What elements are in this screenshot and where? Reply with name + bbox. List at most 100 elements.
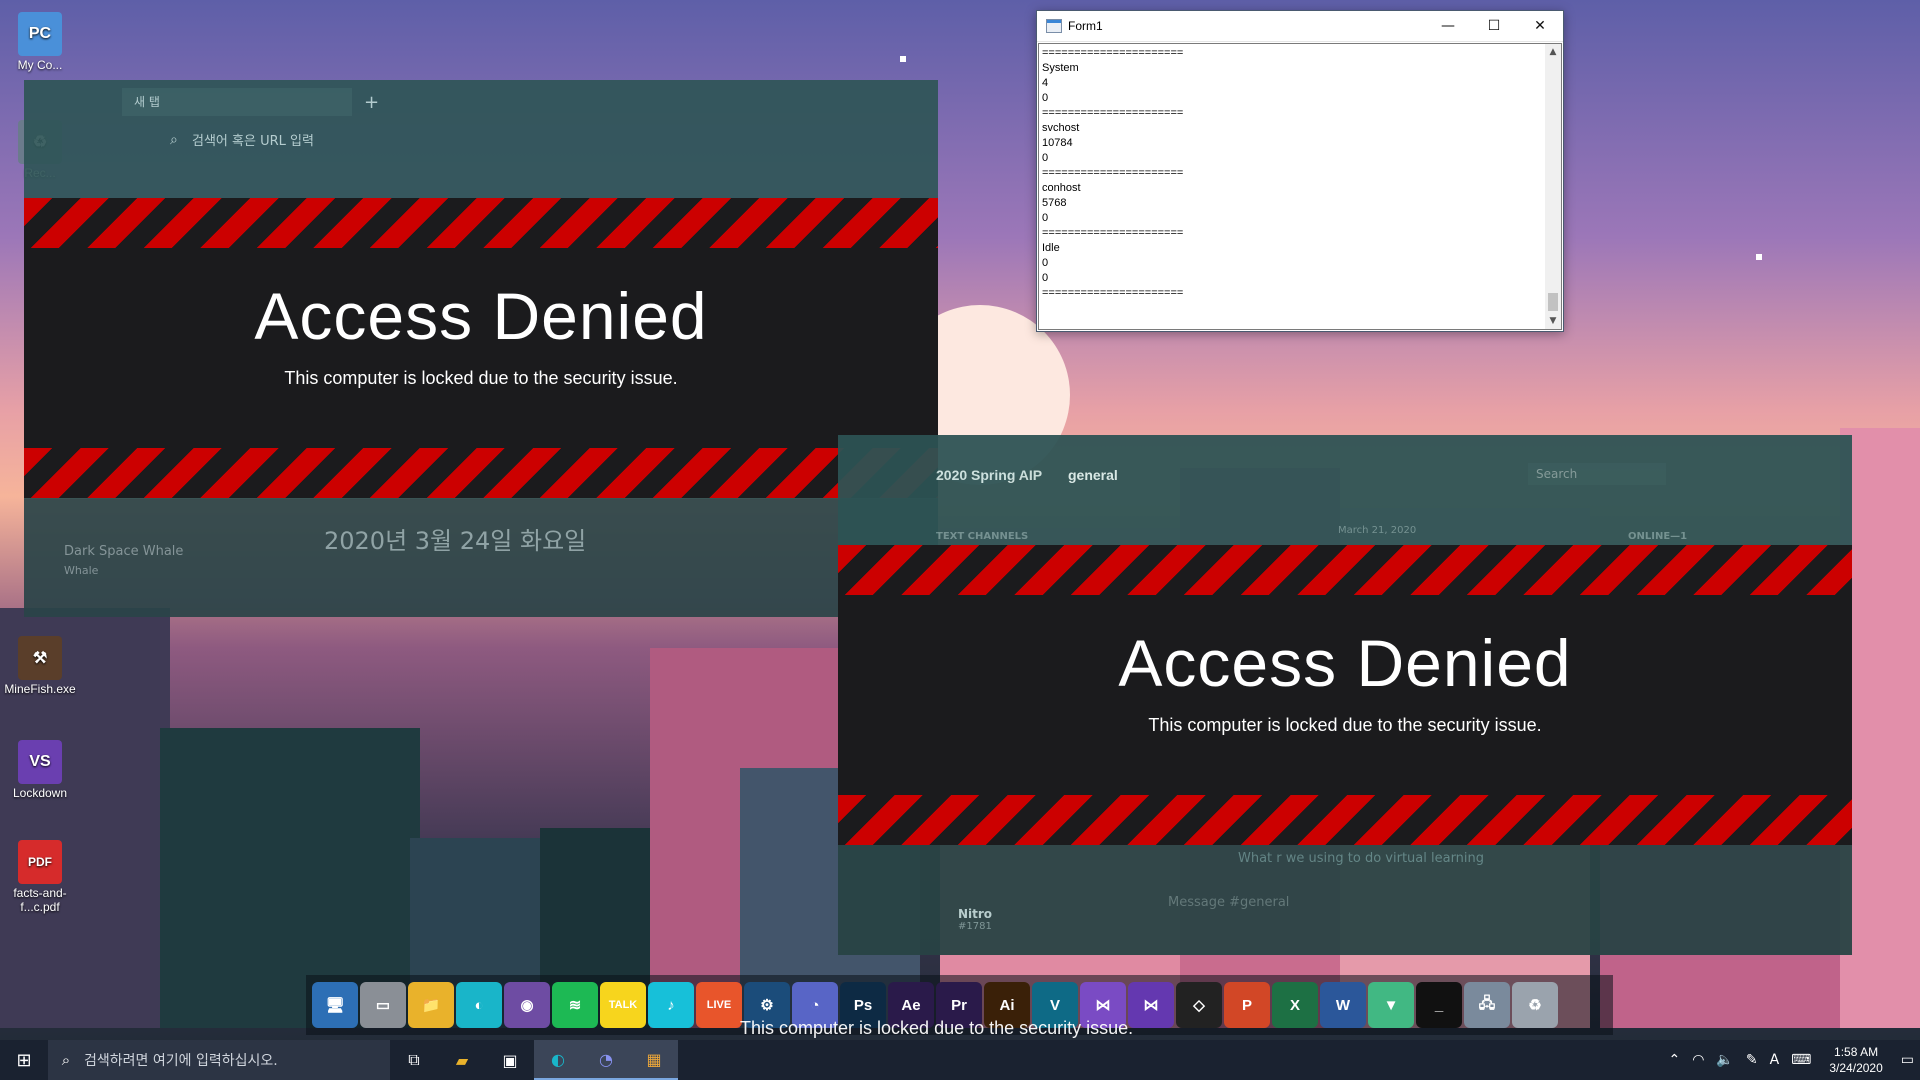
desktop-icon-pdf[interactable]: PDF facts-and-f...c.pdf: [0, 840, 80, 914]
visual-studio-2-icon[interactable]: ⋈: [1128, 982, 1174, 1028]
computer-icon[interactable]: 🖥: [312, 982, 358, 1028]
github-icon[interactable]: ◉: [504, 982, 550, 1028]
desktop-icon-label: MineFish.exe: [4, 682, 76, 696]
star: [900, 56, 906, 62]
taskbar-search-box[interactable]: ⌕ 검색하려면 여기에 입력하십시오.: [48, 1040, 390, 1080]
search-icon: ⌕: [61, 1051, 71, 1069]
network-icon[interactable]: 🖧: [1464, 982, 1510, 1028]
process-line: ======================: [1042, 107, 1184, 119]
computer-icon: PC: [18, 12, 62, 56]
form1-textbox[interactable]: ====================== System 4 0 ==========…: [1038, 43, 1562, 330]
taskbar-search-placeholder: 검색하려면 여기에 입력하십시오.: [84, 1053, 278, 1069]
process-line: 0: [1042, 212, 1049, 224]
app-icon[interactable]: ▣: [486, 1040, 534, 1080]
widget-title: Dark Space Whale: [64, 544, 184, 559]
browser-tab[interactable]: 새 탭: [122, 88, 352, 116]
start-button[interactable]: ⊞: [0, 1040, 48, 1080]
process-line: Idle: [1042, 242, 1060, 254]
task-view-icon[interactable]: ⧉: [390, 1040, 438, 1080]
form1-titlebar[interactable]: Form1 — ☐ ✕: [1037, 11, 1563, 42]
process-line: 0: [1042, 92, 1049, 104]
warning-stripes-top: [838, 545, 1852, 595]
process-line: 5768: [1042, 197, 1067, 209]
visual-studio-icon: VS: [18, 740, 62, 784]
network-icon[interactable]: ◠: [1686, 1052, 1710, 1068]
star: [1756, 254, 1762, 260]
process-line: conhost: [1042, 182, 1081, 194]
excel-icon[interactable]: X: [1272, 982, 1318, 1028]
terminal-icon[interactable]: _: [1416, 982, 1462, 1028]
access-denied-message: This computer is locked due to the secur…: [284, 368, 678, 388]
maximize-button[interactable]: ☐: [1471, 11, 1517, 41]
volume-icon[interactable]: 🔈: [1710, 1052, 1739, 1068]
process-line: ======================: [1042, 47, 1184, 59]
pickaxe-icon: ⚒: [18, 636, 62, 680]
warning-stripes-bottom: [838, 795, 1852, 845]
vertical-scrollbar[interactable]: ▲ ▼: [1545, 44, 1561, 329]
browser-chrome: 새 탭 + ⌕ 검색어 혹은 URL 입력: [24, 80, 938, 198]
close-button[interactable]: ✕: [1517, 11, 1563, 41]
discord-search-input[interactable]: Search: [1528, 463, 1666, 485]
kakaotalk-icon[interactable]: TALK: [600, 982, 646, 1028]
keyboard-icon[interactable]: ⌨: [1785, 1052, 1817, 1068]
clock-time: 1:58 AM: [1834, 1045, 1879, 1059]
date-divider: March 21, 2020: [1338, 525, 1417, 536]
word-icon[interactable]: W: [1320, 982, 1366, 1028]
desktop-icon-label: Lockdown: [12, 786, 68, 800]
tiktok-icon[interactable]: ♪: [648, 982, 694, 1028]
discord-header: 2020 Spring AIP general Search TEXT CHAN…: [838, 435, 1852, 545]
minimize-button[interactable]: —: [1425, 11, 1471, 41]
desktop-icon-minefish[interactable]: ⚒ MineFish.exe: [0, 636, 80, 696]
address-bar[interactable]: 검색어 혹은 URL 입력: [164, 128, 842, 156]
process-line: 10784: [1042, 137, 1073, 149]
powerpoint-icon[interactable]: P: [1224, 982, 1270, 1028]
process-line: ======================: [1042, 227, 1184, 239]
section-label: TEXT CHANNELS: [936, 531, 1029, 542]
drive-icon[interactable]: ▭: [360, 982, 406, 1028]
taskbar: ⊞ ⌕ 검색하려면 여기에 입력하십시오. ⧉ ▰ ▣ ◐ ◔ ▦ ⌃ ◠ 🔈 …: [0, 1040, 1920, 1080]
discord-footer: What r we using to do virtual learning M…: [838, 845, 1852, 955]
file-explorer-icon[interactable]: ▰: [438, 1040, 486, 1080]
pen-icon[interactable]: ✎: [1740, 1052, 1764, 1068]
discord-icon[interactable]: ◔: [582, 1040, 630, 1080]
form-app-icon[interactable]: ▦: [630, 1040, 678, 1080]
clock-date: 3/24/2020: [1829, 1061, 1883, 1075]
desktop-icon-my-computer[interactable]: PC My Co...: [0, 12, 80, 72]
discord-user-tag: #1781: [958, 921, 992, 932]
form1-window[interactable]: Form1 — ☐ ✕ ====================== System…: [1036, 10, 1564, 332]
input-method-indicator[interactable]: A: [1764, 1052, 1786, 1068]
background-lock-message: This computer is locked due to the secur…: [740, 1018, 1134, 1038]
clock[interactable]: 1:58 AM 3/24/2020: [1817, 1044, 1894, 1076]
whale-browser-icon[interactable]: ◐: [534, 1040, 582, 1080]
scroll-down-icon[interactable]: ▼: [1545, 313, 1561, 329]
access-denied-title: Access Denied: [1118, 626, 1572, 700]
new-tab-icon[interactable]: +: [364, 92, 379, 113]
desktop-icon-lockdown[interactable]: VS Lockdown: [0, 740, 80, 800]
vue-icon[interactable]: ▼: [1368, 982, 1414, 1028]
access-denied-overlay: Access Denied This computer is locked du…: [838, 545, 1852, 845]
desktop-icon-label: My Co...: [17, 58, 63, 72]
process-line: svchost: [1042, 122, 1080, 134]
process-line: 0: [1042, 152, 1049, 164]
pdf-icon: PDF: [18, 840, 62, 884]
recycle-icon[interactable]: ♻: [1512, 982, 1558, 1028]
notification-icon[interactable]: ▭: [1895, 1052, 1920, 1068]
process-line: ======================: [1042, 167, 1184, 179]
warning-stripes-top: [24, 198, 938, 248]
discord-server-name[interactable]: 2020 Spring AIP: [936, 467, 1042, 483]
live-icon[interactable]: LIVE: [696, 982, 742, 1028]
folder-icon[interactable]: 📁: [408, 982, 454, 1028]
scroll-up-icon[interactable]: ▲: [1545, 44, 1561, 60]
discord-username: Nitro: [958, 907, 993, 921]
process-line: 4: [1042, 77, 1049, 89]
scroll-thumb[interactable]: [1548, 293, 1558, 311]
browser-content-bottom: 2020년 3월 24일 화요일 Dark Space Whale Whale: [24, 499, 938, 617]
access-denied-message: This computer is locked due to the secur…: [1148, 715, 1542, 735]
chevron-up-icon[interactable]: ⌃: [1662, 1052, 1686, 1068]
spotify-icon[interactable]: ≋: [552, 982, 598, 1028]
unity-icon[interactable]: ◇: [1176, 982, 1222, 1028]
message-input[interactable]: Message #general: [1168, 895, 1668, 910]
warning-stripes-bottom: [24, 448, 938, 498]
access-denied-overlay: Access Denied This computer is locked du…: [24, 198, 938, 498]
whale-icon[interactable]: ◐: [456, 982, 502, 1028]
